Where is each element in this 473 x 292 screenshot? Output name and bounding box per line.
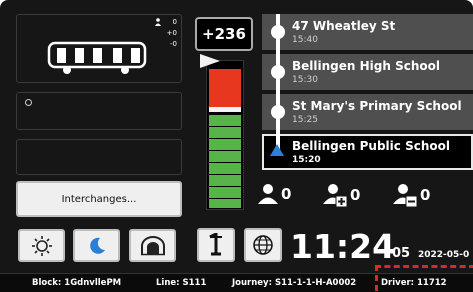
- gauge-segment: [209, 163, 241, 174]
- schedule-deviation-display: +236: [195, 17, 253, 51]
- gauge-marker: [209, 107, 241, 112]
- boarding-counter: 0: [322, 183, 360, 207]
- bus-diagram-panel: 0 +0 -0: [16, 14, 182, 83]
- stop-time: 15:25: [292, 115, 318, 125]
- tunnel-mode-button[interactable]: [129, 229, 176, 262]
- stop-time: 15:40: [292, 35, 318, 45]
- gauge-segment: [209, 199, 241, 208]
- info-icon: [209, 233, 222, 256]
- stop-time: 15:30: [292, 75, 318, 85]
- moon-icon: [89, 237, 105, 254]
- sun-icon: [31, 235, 52, 256]
- secondary-message-panel: [16, 139, 182, 175]
- stop-name: 47 Wheatley St: [292, 19, 396, 33]
- stop-name: Bellingen Public School: [292, 139, 450, 153]
- deviation-pointer-icon: [200, 54, 220, 68]
- clock-seconds: 05: [392, 246, 411, 261]
- bus-icon: [47, 41, 147, 74]
- stop-item[interactable]: St Mary's Primary School 15:25: [262, 94, 473, 130]
- deviation-gauge: [206, 60, 244, 210]
- gauge-late-segment: [209, 69, 241, 107]
- interchanges-label: Interchanges...: [61, 193, 137, 205]
- stop-name: Bellingen High School: [292, 59, 440, 73]
- count-boarded: +0: [166, 29, 177, 37]
- delay-value: +236: [202, 25, 246, 43]
- onboard-count: 0: [281, 185, 292, 203]
- indicator-dot-icon: [25, 99, 32, 106]
- boarding-count: 0: [350, 186, 361, 204]
- stop-node-icon: [271, 65, 285, 79]
- info-button[interactable]: [197, 228, 235, 262]
- status-journey: Journey: S11-1-1-H-A0002: [232, 278, 357, 288]
- current-position-icon: [270, 144, 284, 156]
- gauge-segment: [209, 175, 241, 186]
- tunnel-icon: [140, 235, 165, 255]
- clock-time: 11:24: [290, 227, 396, 266]
- passenger-count-column: 0 +0 -0: [151, 17, 177, 50]
- alighting-counter: 0: [392, 183, 430, 207]
- stop-item[interactable]: Bellingen High School 15:30: [262, 54, 473, 90]
- current-stop-item[interactable]: Bellingen Public School 15:20: [262, 134, 473, 170]
- onboard-counter: 0: [257, 183, 291, 205]
- count-total: 0: [172, 18, 177, 26]
- interchanges-button[interactable]: Interchanges...: [16, 181, 182, 217]
- status-block: Block: 1GdnvllePM: [32, 278, 122, 288]
- person-remove-icon: [393, 184, 418, 207]
- highlight-frame: [375, 265, 473, 291]
- gauge-segment: [209, 115, 241, 126]
- alighting-count: 0: [420, 186, 431, 204]
- stop-time: 15:20: [292, 155, 321, 165]
- person-icon: [258, 184, 278, 204]
- gauge-segment: [209, 187, 241, 198]
- driver-console-screen: 0 +0 -0 Interchanges... +236 47 Wheatley…: [0, 0, 473, 292]
- count-alighted: -0: [170, 40, 177, 48]
- night-mode-button[interactable]: [73, 229, 120, 262]
- gauge-segment: [209, 139, 241, 150]
- stop-node-icon: [271, 105, 285, 119]
- gauge-segment: [209, 127, 241, 138]
- stop-item[interactable]: 47 Wheatley St 15:40: [262, 14, 473, 50]
- clock-date: 2022-05-0: [418, 250, 470, 260]
- person-add-icon: [323, 184, 348, 207]
- message-panel: [16, 92, 182, 130]
- stop-list: 47 Wheatley St 15:40 Bellingen High Scho…: [262, 14, 473, 174]
- stop-name: St Mary's Primary School: [292, 99, 462, 113]
- day-mode-button[interactable]: [18, 229, 65, 262]
- gauge-segment: [209, 151, 241, 162]
- language-button[interactable]: [244, 228, 282, 262]
- stop-node-icon: [271, 25, 285, 39]
- globe-icon: [253, 235, 273, 255]
- status-line: Line: S111: [156, 278, 207, 288]
